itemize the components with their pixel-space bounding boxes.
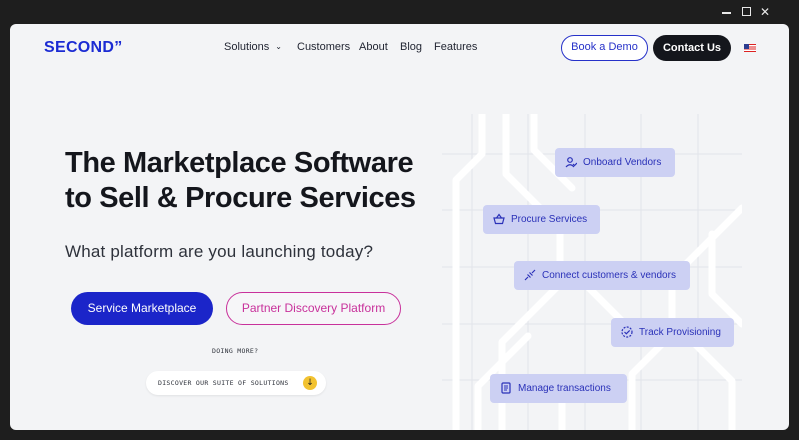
plug-connect-icon <box>524 269 536 281</box>
partner-discovery-button[interactable]: Partner Discovery Platform <box>226 292 401 325</box>
maximize-icon[interactable] <box>738 3 756 21</box>
receipt-icon <box>501 382 511 394</box>
flag-canton <box>744 44 749 49</box>
nav-features[interactable]: Features <box>434 41 477 53</box>
manage-transactions-pill: Manage transactions <box>490 374 627 403</box>
onboard-vendors-pill: Onboard Vendors <box>555 148 675 177</box>
manage-transactions-label: Manage transactions <box>518 383 611 394</box>
chevron-down-icon: ⌄ <box>275 42 282 51</box>
close-icon[interactable]: ✕ <box>756 3 774 21</box>
discover-solutions-link[interactable]: DISCOVER OUR SUITE OF SOLUTIONS ↓ <box>146 371 326 395</box>
nav-about[interactable]: About <box>359 41 388 53</box>
track-provisioning-pill: Track Provisioning <box>611 318 734 347</box>
book-demo-button[interactable]: Book a Demo <box>561 35 648 61</box>
nav-blog[interactable]: Blog <box>400 41 422 53</box>
hero-subtitle: What platform are you launching today? <box>65 242 374 261</box>
progress-check-icon <box>621 326 633 338</box>
connect-customers-label: Connect customers & vendors <box>542 270 676 281</box>
minimize-icon[interactable] <box>718 3 736 21</box>
nav-solutions[interactable]: Solutions ⌄ <box>224 41 282 53</box>
doing-more-label: DOING MORE? <box>212 347 259 355</box>
contact-us-button[interactable]: Contact Us <box>653 35 731 61</box>
connect-customers-pill: Connect customers & vendors <box>514 261 690 290</box>
us-flag-icon[interactable] <box>744 44 756 52</box>
basket-icon <box>493 213 505 225</box>
nav-solutions-label: Solutions <box>224 41 270 53</box>
procure-services-pill: Procure Services <box>483 205 600 234</box>
onboard-vendors-label: Onboard Vendors <box>583 157 662 168</box>
hero-title: The Marketplace Software to Sell & Procu… <box>65 147 416 214</box>
user-check-icon <box>565 157 577 168</box>
logo[interactable]: SECOND” <box>44 39 123 57</box>
service-marketplace-button[interactable]: Service Marketplace <box>71 292 213 325</box>
procure-services-label: Procure Services <box>511 214 588 225</box>
web-page: SECOND” Solutions ⌄ Customers About Blog … <box>10 24 789 430</box>
track-provisioning-label: Track Provisioning <box>639 327 721 338</box>
window-titlebar: ✕ <box>0 0 799 24</box>
arrow-down-icon: ↓ <box>303 376 317 390</box>
nav-customers[interactable]: Customers <box>297 41 350 53</box>
discover-solutions-label: DISCOVER OUR SUITE OF SOLUTIONS <box>158 379 289 387</box>
